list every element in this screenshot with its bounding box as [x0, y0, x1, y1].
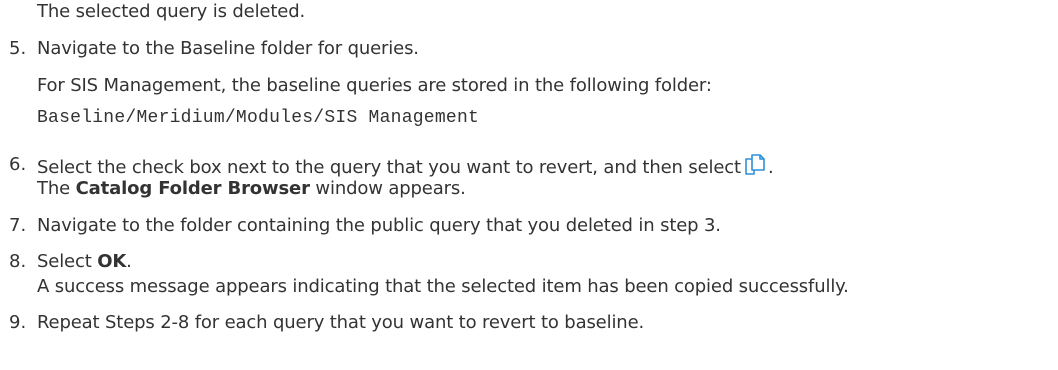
- step-text: Navigate to the Baseline folder for quer…: [37, 38, 419, 59]
- ok-label: OK: [97, 251, 127, 272]
- step-text-end: .: [767, 157, 774, 178]
- result-rest: window appears.: [309, 178, 466, 199]
- step-text-line: Select the check box next to the query t…: [37, 153, 774, 180]
- folder-path: Baseline/Meridium/Modules/SIS Management: [37, 108, 480, 128]
- step-number: 7.: [9, 215, 27, 236]
- step-text: Navigate to the folder containing the pu…: [37, 215, 721, 236]
- step-number: 9.: [9, 312, 27, 333]
- step-text: Select the check box next to the query t…: [37, 157, 741, 178]
- result-prefix: The: [37, 178, 76, 199]
- step-number: 6.: [9, 154, 27, 175]
- step-note: For SIS Management, the baseline queries…: [37, 75, 712, 96]
- step-result: A success message appears indicating tha…: [37, 276, 849, 297]
- step-text: Repeat Steps 2-8 for each query that you…: [37, 312, 645, 333]
- step-result: The Catalog Folder Browser window appear…: [37, 177, 466, 201]
- step-number: 8.: [9, 251, 27, 272]
- text-suffix: .: [126, 251, 132, 272]
- window-name: Catalog Folder Browser: [75, 178, 310, 199]
- text-prefix: Select: [37, 251, 98, 272]
- intro-text: The selected query is deleted.: [37, 1, 306, 22]
- step-number: 5.: [9, 38, 27, 59]
- step-text-line: Select OK.: [37, 250, 132, 274]
- copy-icon: [745, 154, 765, 175]
